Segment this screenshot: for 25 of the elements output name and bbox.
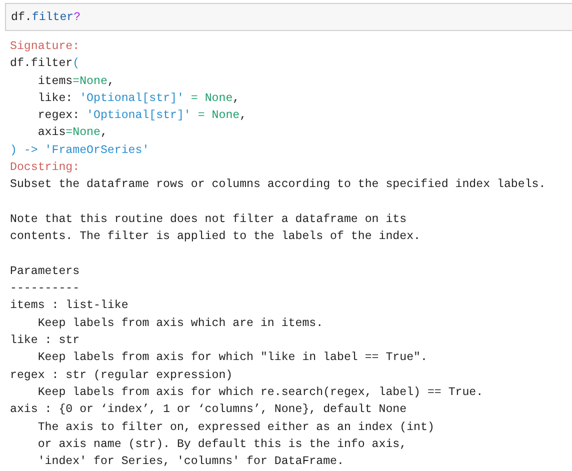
docstring-line: The axis to filter on, expressed either as an index (int) [36, 420, 436, 436]
signature-line: df.filter( [10, 56, 81, 72]
signature-line: items=None, [36, 74, 116, 90]
docstring-line: Parameters [10, 264, 81, 280]
docstring-line: 'index' for Series, 'columns' for DataFrame. [36, 454, 345, 470]
docstring-line: like : str [10, 333, 81, 350]
code-text: df.filter? [11, 10, 81, 24]
docstring-line: Subset the dataframe rows or columns according to the specified index labels. [10, 177, 547, 194]
docstring-line: Keep labels from axis which are in items. [36, 316, 324, 332]
docstring-line: Keep labels from axis for which re.search(regex, label) == True. [36, 384, 484, 401]
docstring-label: Docstring: [10, 160, 81, 176]
code-input-cell[interactable]: df.filter? [5, 3, 572, 31]
docstring-line: axis : {0 or ‘index’, 1 or ‘columns’, None}, default None [10, 402, 408, 418]
docstring-line: Note that this routine does not filter a dataframe on its [10, 212, 408, 228]
signature-line: ) -> 'FrameOrSeries' [10, 142, 150, 159]
docstring-line: or axis name (str). By default this is the info axis, [36, 436, 408, 453]
docstring-line: Keep labels from axis for which "like in label == True". [36, 350, 428, 366]
docstring-line: regex : str (regular expression) [10, 368, 234, 384]
signature-line: axis=None, [36, 125, 108, 142]
signature-label: Signature: [10, 39, 81, 55]
docstring-line: ---------- [10, 281, 81, 298]
signature-line: regex: 'Optional[str]' = None, [36, 108, 248, 124]
signature-line: like: 'Optional[str]' = None, [36, 90, 241, 107]
docstring-line: contents. The filter is applied to the labels of the index. [10, 229, 422, 246]
docstring-line: items : list-like [10, 298, 130, 314]
